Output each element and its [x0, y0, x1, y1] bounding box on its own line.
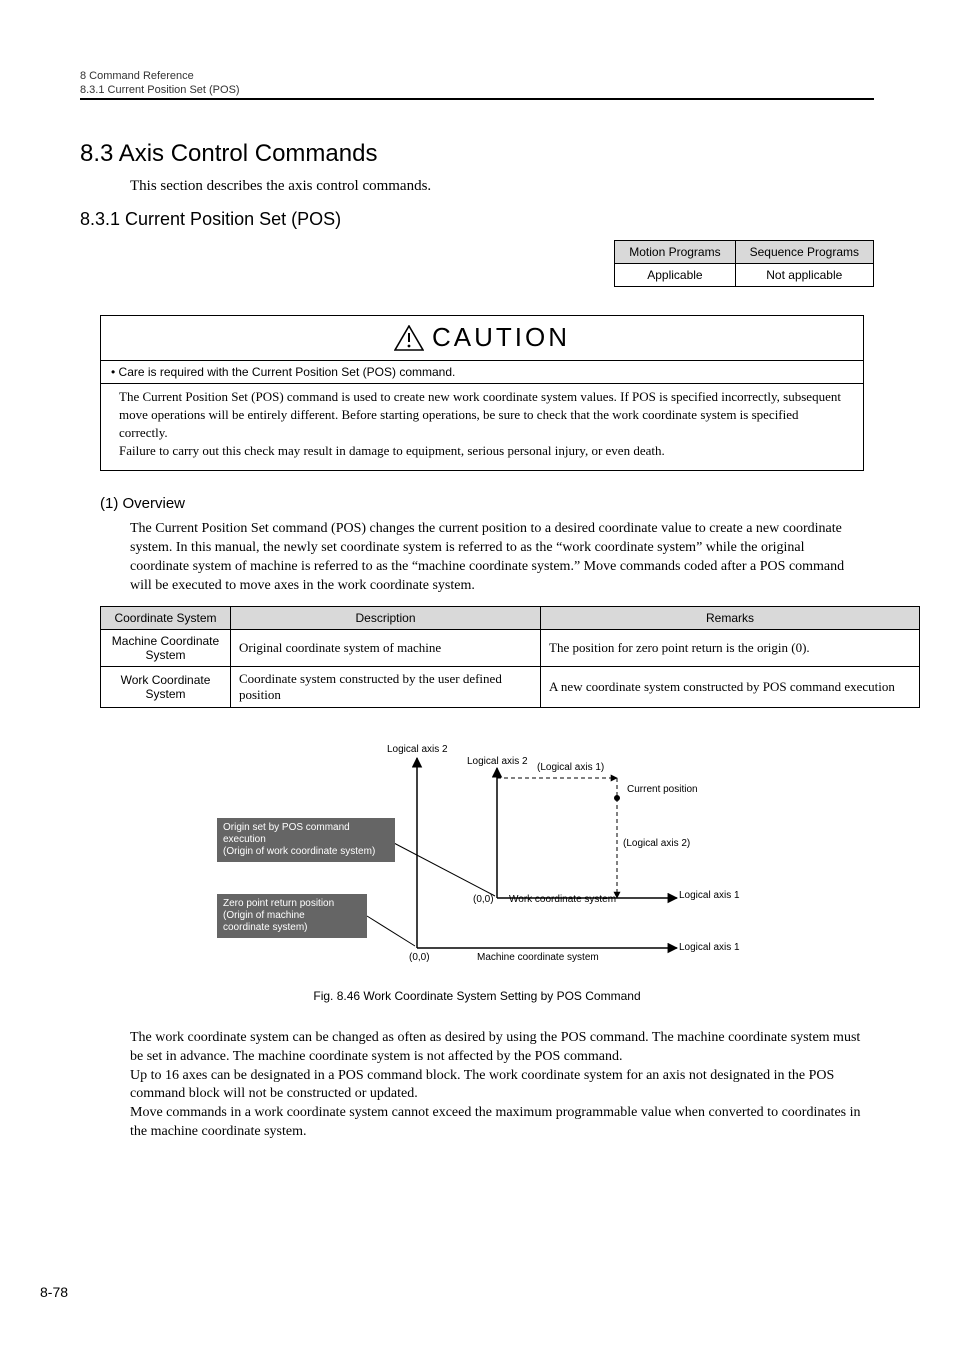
label-logical-axis1-b: Logical axis 1 — [679, 942, 740, 953]
figure-caption: Fig. 8.46 Work Coordinate System Setting… — [80, 989, 874, 1003]
coord-row1-label: Work Coordinate System — [101, 666, 231, 707]
body-para-2: Up to 16 axes can be designated in a POS… — [130, 1067, 864, 1105]
label-logical-axis1-paren: (Logical axis 1) — [537, 762, 604, 773]
header-chapter: 8 Command Reference — [80, 70, 874, 82]
header-sub: 8.3.1 Current Position Set (POS) — [80, 84, 874, 96]
coord-row1-remarks: A new coordinate system constructed by P… — [541, 666, 920, 707]
applicability-motion-value: Applicable — [615, 264, 735, 287]
label-logical-axis2-paren: (Logical axis 2) — [623, 838, 690, 849]
overview-text: The Current Position Set command (POS) c… — [130, 520, 864, 596]
label-work-cs: Work coordinate system — [509, 894, 616, 905]
caution-body-1: The Current Position Set (POS) command i… — [119, 388, 845, 443]
header-rule — [80, 98, 874, 100]
coord-row0-label: Machine Coordinate System — [101, 629, 231, 666]
label-origin-machine: (0,0) — [409, 952, 430, 963]
coordinate-table: Coordinate System Description Remarks Ma… — [100, 606, 920, 708]
coord-th-system: Coordinate System — [101, 606, 231, 629]
coord-th-remarks: Remarks — [541, 606, 920, 629]
section-intro: This section describes the axis control … — [130, 178, 874, 195]
body-para-3: Move commands in a work coordinate syste… — [130, 1104, 864, 1142]
warning-triangle-icon — [394, 325, 424, 351]
label-logical-axis2-a: Logical axis 2 — [387, 744, 448, 755]
subsection-title: 8.3.1 Current Position Set (POS) — [80, 209, 874, 230]
applicability-table: Motion Programs Sequence Programs Applic… — [614, 240, 874, 287]
caution-body: The Current Position Set (POS) command i… — [101, 384, 863, 471]
coord-row1-desc: Coordinate system constructed by the use… — [231, 666, 541, 707]
applicability-sequence-value: Not applicable — [735, 264, 873, 287]
table-row: Machine Coordinate System Original coord… — [101, 629, 920, 666]
diagram-box-pos-origin: Origin set by POS command execution(Orig… — [217, 818, 395, 862]
body-para-1: The work coordinate system can be change… — [130, 1029, 864, 1067]
coord-th-desc: Description — [231, 606, 541, 629]
diagram: Logical axis 2 Logical axis 2 (Logical a… — [217, 738, 737, 968]
caution-label: CAUTION — [432, 322, 570, 353]
caution-title-cell: CAUTION — [101, 316, 863, 361]
label-logical-axis1-a: Logical axis 1 — [679, 890, 740, 901]
body-paragraphs: The work coordinate system can be change… — [130, 1029, 864, 1142]
coord-row0-remarks: The position for zero point return is th… — [541, 629, 920, 666]
applicability-header-sequence: Sequence Programs — [735, 241, 873, 264]
overview-heading: (1) Overview — [100, 495, 874, 512]
page-number: 8-78 — [40, 1284, 68, 1300]
label-machine-cs: Machine coordinate system — [477, 952, 599, 963]
label-current-position: Current position — [627, 784, 698, 795]
table-row: Work Coordinate System Coordinate system… — [101, 666, 920, 707]
caution-box: CAUTION • Care is required with the Curr… — [100, 315, 864, 471]
section-title: 8.3 Axis Control Commands — [80, 140, 874, 168]
label-logical-axis2-b: Logical axis 2 — [467, 756, 528, 767]
caution-body-2: Failure to carry out this check may resu… — [119, 442, 845, 460]
diagram-box-zero-return: Zero point return position(Origin of mac… — [217, 894, 367, 938]
caution-bullet: • Care is required with the Current Posi… — [101, 361, 863, 384]
label-origin-work: (0,0) — [473, 894, 494, 905]
coord-row0-desc: Original coordinate system of machine — [231, 629, 541, 666]
applicability-header-motion: Motion Programs — [615, 241, 735, 264]
